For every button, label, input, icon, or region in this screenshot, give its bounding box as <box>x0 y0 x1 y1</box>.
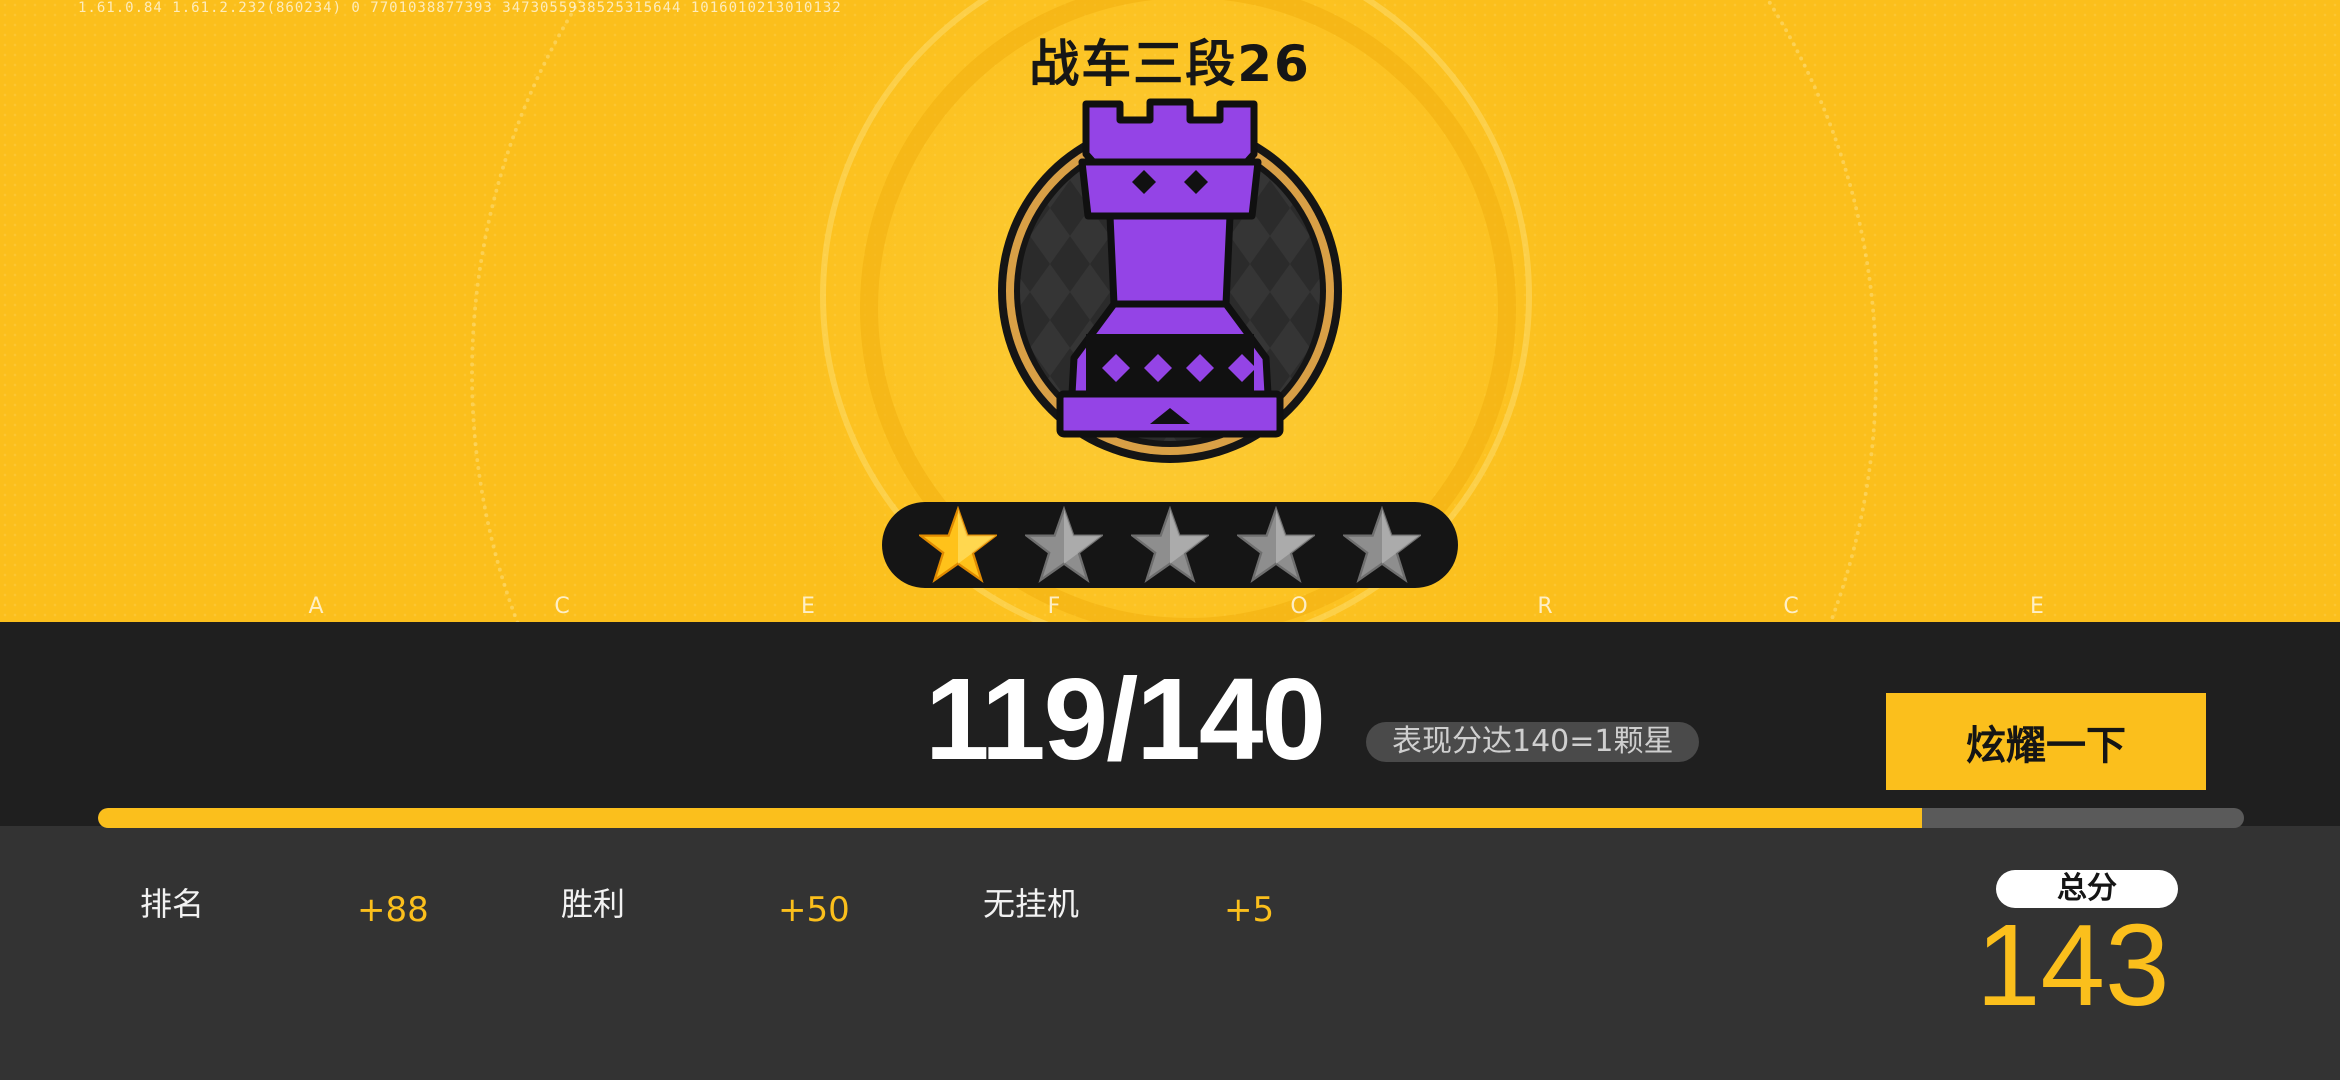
star-filled-icon <box>919 506 997 584</box>
score-progress-bar <box>98 808 2244 828</box>
score-breakdown: 排名 +88 胜利 +50 无挂机 +5 <box>0 880 1400 940</box>
score-progress-text: 119/140 <box>925 654 1326 784</box>
breakdown-label-rank: 排名 <box>140 885 205 923</box>
debug-version-text: 1.61.0.84 1.61.2.232(860234) 0 770103887… <box>78 0 842 16</box>
star-empty-icon <box>1343 506 1421 584</box>
rook-emblem-icon <box>998 98 1342 463</box>
background-letter-row: ACEFORCE <box>0 594 2340 622</box>
star-requirement-hint: 表现分达140=1颗星 <box>1366 722 1700 762</box>
star-empty-icon <box>1237 506 1315 584</box>
background-letter: R <box>1537 594 1553 619</box>
breakdown-value-win: +50 <box>778 890 850 930</box>
total-score-value: 143 <box>1976 900 2170 1030</box>
rank-title: 战车三段26 <box>1029 35 1311 93</box>
rank-banner: 1.61.0.84 1.61.2.232(860234) 0 770103887… <box>0 0 2340 622</box>
star-empty-icon <box>1025 506 1103 584</box>
show-off-button[interactable]: 炫耀一下 <box>1886 693 2206 790</box>
background-letter: O <box>1290 594 1308 619</box>
background-letter: C <box>554 594 570 619</box>
breakdown-label-no-afk: 无挂机 <box>983 885 1080 923</box>
star-rating <box>882 502 1458 588</box>
score-progress-fill <box>98 808 1923 828</box>
star-empty-icon <box>1131 506 1209 584</box>
background-letter: A <box>308 594 324 619</box>
background-letter: C <box>1783 594 1799 619</box>
breakdown-label-win: 胜利 <box>561 885 626 923</box>
background-letter: F <box>1047 594 1061 619</box>
breakdown-value-no-afk: +5 <box>1224 890 1275 930</box>
background-letter: E <box>2030 594 2044 619</box>
background-letter: E <box>801 594 815 619</box>
breakdown-value-rank: +88 <box>357 890 429 930</box>
